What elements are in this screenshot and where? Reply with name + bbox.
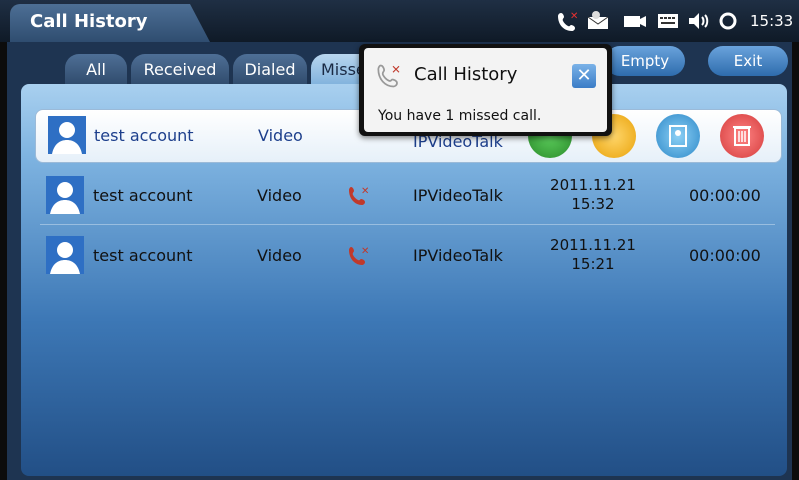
missed-call-icon: ✕ bbox=[349, 246, 369, 265]
call-duration: 00:00:00 bbox=[689, 186, 761, 205]
tab-received[interactable]: Received bbox=[131, 54, 229, 86]
call-time: 15:21 bbox=[571, 255, 615, 273]
call-date: 2011.11.21 bbox=[550, 236, 636, 254]
tab-dialed[interactable]: Dialed bbox=[233, 54, 307, 86]
call-type: Video bbox=[257, 246, 302, 265]
avatar bbox=[48, 116, 86, 154]
account-name: IPVideoTalk bbox=[413, 246, 503, 265]
table-row[interactable]: test account Video ✕ IPVideoTalk 2011.11… bbox=[21, 224, 787, 284]
avatar bbox=[46, 236, 84, 274]
empty-button[interactable]: Empty bbox=[605, 46, 685, 76]
call-time: 15:32 bbox=[571, 195, 615, 213]
svg-text:✕: ✕ bbox=[570, 11, 578, 22]
svg-text:✕: ✕ bbox=[361, 186, 369, 197]
popup-title: Call History bbox=[414, 64, 518, 85]
contact-name: test account bbox=[94, 126, 194, 145]
account-name: IPVideoTalk bbox=[413, 186, 503, 205]
delete-icon[interactable] bbox=[720, 114, 764, 158]
missed-call-icon: ✕ bbox=[349, 186, 369, 205]
exit-button[interactable]: Exit bbox=[708, 46, 788, 76]
sync-icon bbox=[719, 12, 737, 30]
volume-icon[interactable] bbox=[686, 9, 710, 33]
call-type: Video bbox=[257, 186, 302, 205]
close-button[interactable]: ✕ bbox=[572, 64, 596, 88]
table-row[interactable]: test account Video ✕ IPVideoTalk 2011.11… bbox=[21, 164, 787, 224]
app-title: Call History bbox=[30, 11, 148, 32]
camera-icon bbox=[624, 16, 646, 27]
contact-name: test account bbox=[93, 246, 193, 265]
avatar bbox=[46, 176, 84, 214]
message-icon[interactable] bbox=[586, 9, 614, 33]
popup-message: You have 1 missed call. bbox=[378, 108, 542, 124]
svg-text:✕: ✕ bbox=[361, 246, 369, 257]
status-bar: Call History ✕ 15:33 bbox=[0, 0, 799, 42]
contact-icon[interactable] bbox=[656, 114, 700, 158]
keyboard-icon bbox=[658, 14, 678, 28]
call-type: Video bbox=[258, 126, 303, 145]
missed-call-icon: ✕ bbox=[377, 63, 401, 88]
clock: 15:33 bbox=[750, 12, 794, 30]
svg-text:✕: ✕ bbox=[391, 63, 401, 77]
call-duration: 00:00:00 bbox=[689, 246, 761, 265]
tab-all[interactable]: All bbox=[65, 54, 127, 86]
contact-name: test account bbox=[93, 186, 193, 205]
popup-body: ✕ Call History ✕ You have 1 missed call. bbox=[364, 48, 607, 132]
missed-call-icon[interactable]: ✕ bbox=[556, 9, 580, 33]
call-date: 2011.11.21 bbox=[550, 176, 636, 194]
notification-popup: ✕ Call History ✕ You have 1 missed call. bbox=[359, 44, 612, 136]
